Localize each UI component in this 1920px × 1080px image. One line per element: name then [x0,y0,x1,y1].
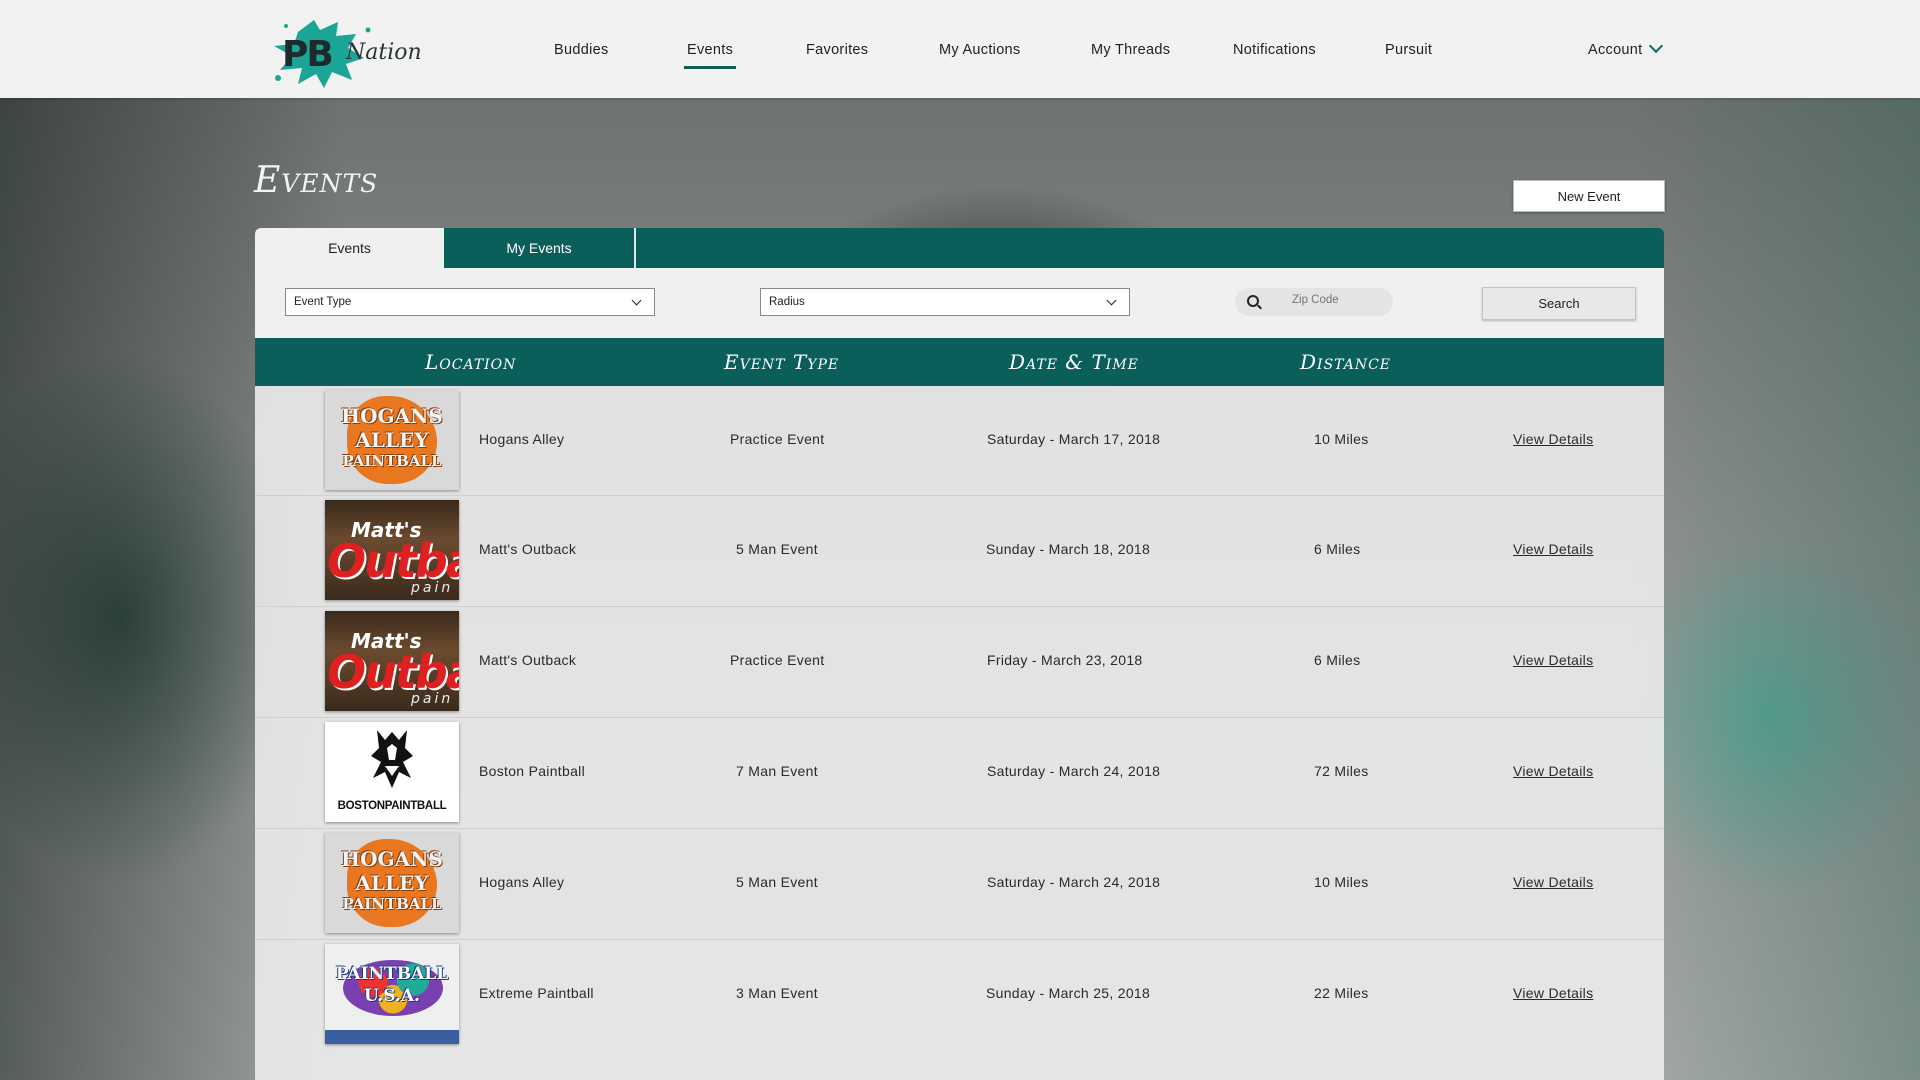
location-cell: Extreme Paintball [479,985,594,1001]
date-cell: Saturday - March 17, 2018 [987,431,1161,447]
page-title: Events [254,160,379,201]
event-type-value: Event Type [294,296,352,308]
table-row: HOGANS ALLEY PAINTBALL Hogans Alley Prac… [255,386,1664,496]
radius-select[interactable]: Radius [760,288,1130,316]
radius-value: Radius [769,296,805,308]
column-header-event-type[interactable]: Event Type [724,350,839,374]
matts-outback-logo[interactable]: Matt's Outba pain [325,500,459,600]
nav-item-favorites[interactable]: Favorites [806,42,868,58]
date-cell: Saturday - March 24, 2018 [987,874,1161,890]
logo-text: HOGANS [341,847,443,871]
chevron-down-icon [631,295,642,306]
account-menu[interactable]: Account [1588,38,1663,58]
filter-bar: Event Type Radius Search [255,268,1664,338]
location-cell: Hogans Alley [479,431,565,447]
location-cell: Hogans Alley [479,874,565,890]
logo-text: PAINTBALL [342,452,442,470]
top-header: PB Nation Buddies Events Favorites My Au… [0,0,1920,98]
nav-item-pursuit[interactable]: Pursuit [1385,42,1432,58]
event-type-cell: 3 Man Event [736,985,818,1001]
nav-item-notifications[interactable]: Notifications [1233,42,1316,58]
tribal-emblem-icon [371,730,413,788]
distance-cell: 6 Miles [1314,541,1361,557]
hogans-alley-logo[interactable]: HOGANS ALLEY PAINTBALL [325,390,459,490]
logo-text: ALLEY [355,428,429,452]
tabs-bar: Events My Events [255,228,1664,268]
logo-text: BOSTONPAINTBALL [337,800,447,812]
location-cell: Boston Paintball [479,763,585,779]
logo-nation-text: Nation [346,40,422,65]
distance-cell: 6 Miles [1314,652,1361,668]
date-cell: Friday - March 23, 2018 [987,652,1143,668]
events-table-body: HOGANS ALLEY PAINTBALL Hogans Alley Prac… [255,386,1664,1080]
column-header-date-time[interactable]: Date & Time [1009,350,1139,374]
event-type-cell: Practice Event [730,652,825,668]
logo-text: HOGANS [341,404,443,428]
event-type-select[interactable]: Event Type [285,288,655,316]
nav-item-events[interactable]: Events [683,42,737,69]
nav-item-buddies[interactable]: Buddies [554,42,609,58]
distance-cell: 22 Miles [1314,985,1369,1001]
matts-outback-logo[interactable]: Matt's Outba pain [325,611,459,711]
account-label: Account [1588,42,1643,58]
distance-cell: 72 Miles [1314,763,1369,779]
table-row: Matt's Outba pain Matt's Outback Practic… [255,607,1664,718]
tab-my-events[interactable]: My Events [444,228,636,268]
table-row: Matt's Outba pain Matt's Outback 5 Man E… [255,496,1664,607]
view-details-link[interactable]: View Details [1513,652,1593,668]
paintball-usa-logo[interactable]: PAINTBALL U.S.A. [325,944,459,1044]
logo-pb-text: PB [282,34,334,75]
location-cell: Matt's Outback [479,652,577,668]
event-type-cell: 5 Man Event [736,541,818,557]
nav-item-my-threads[interactable]: My Threads [1091,42,1170,58]
search-icon [1247,295,1259,307]
table-row: PAINTBALL U.S.A. Extreme Paintball 3 Man… [255,940,1664,1080]
boston-paintball-logo[interactable]: BOSTONPAINTBALL [325,722,459,822]
chevron-down-icon [1106,295,1117,306]
logo-text: pain [411,580,454,596]
table-row: BOSTONPAINTBALL Boston Paintball 7 Man E… [255,718,1664,829]
table-header: Location Event Type Date & Time Distance [255,338,1664,386]
new-event-button[interactable]: New Event [1513,180,1665,212]
logo-text: PAINTBALL [335,964,449,984]
logo-text: ALLEY [355,871,429,895]
events-panel: Events My Events Event Type Radius Searc… [255,228,1664,1080]
nav-item-my-auctions[interactable]: My Auctions [939,42,1020,58]
location-cell: Matt's Outback [479,541,577,557]
column-header-location[interactable]: Location [425,350,516,374]
view-details-link[interactable]: View Details [1513,985,1593,1001]
view-details-link[interactable]: View Details [1513,763,1593,779]
event-type-cell: 7 Man Event [736,763,818,779]
date-cell: Sunday - March 25, 2018 [986,985,1151,1001]
hogans-alley-logo[interactable]: HOGANS ALLEY PAINTBALL [325,833,459,933]
view-details-link[interactable]: View Details [1513,541,1593,557]
zip-code-input[interactable] [1290,293,1389,307]
event-type-cell: Practice Event [730,431,825,447]
distance-cell: 10 Miles [1314,874,1369,890]
tab-events[interactable]: Events [255,228,444,268]
logo-text: pain [411,691,454,707]
column-header-distance[interactable]: Distance [1300,350,1391,374]
view-details-link[interactable]: View Details [1513,874,1593,890]
logo-text: U.S.A. [364,986,420,1006]
chevron-down-icon [1648,38,1663,54]
table-row: HOGANS ALLEY PAINTBALL Hogans Alley 5 Ma… [255,829,1664,940]
event-type-cell: 5 Man Event [736,874,818,890]
search-button[interactable]: Search [1482,287,1636,320]
pbnation-logo[interactable]: PB Nation [268,14,428,90]
date-cell: Saturday - March 24, 2018 [987,763,1161,779]
view-details-link[interactable]: View Details [1513,431,1593,447]
logo-text: PAINTBALL [342,895,442,913]
distance-cell: 10 Miles [1314,431,1369,447]
zip-code-field [1235,288,1393,316]
date-cell: Sunday - March 18, 2018 [986,541,1151,557]
logo-banner [325,1030,459,1044]
